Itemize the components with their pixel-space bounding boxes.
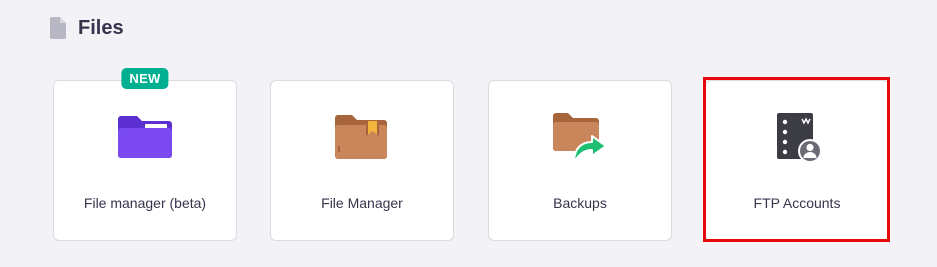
ftp-accounts-card[interactable]: FTP Accounts (705, 80, 889, 241)
backups-card[interactable]: Backups (488, 80, 672, 241)
ftp-server-user-icon (765, 109, 829, 165)
folder-restore-arrow-icon (548, 109, 612, 165)
files-section: Files NEW File manager (beta) File Manag… (0, 0, 937, 267)
section-title: Files (78, 16, 124, 39)
card-label: FTP Accounts (753, 195, 841, 211)
card-label: File Manager (321, 195, 403, 211)
new-badge: NEW (121, 68, 169, 89)
brown-folder-bookmark-icon (330, 109, 394, 165)
purple-folder-icon (113, 109, 177, 165)
section-header: Files (50, 14, 124, 42)
card-label: Backups (553, 195, 607, 211)
card-label: File manager (beta) (83, 195, 207, 211)
file-manager-card[interactable]: File Manager (270, 80, 454, 241)
file-icon (50, 17, 66, 39)
file-manager-beta-card[interactable]: NEW File manager (beta) (53, 68, 237, 241)
